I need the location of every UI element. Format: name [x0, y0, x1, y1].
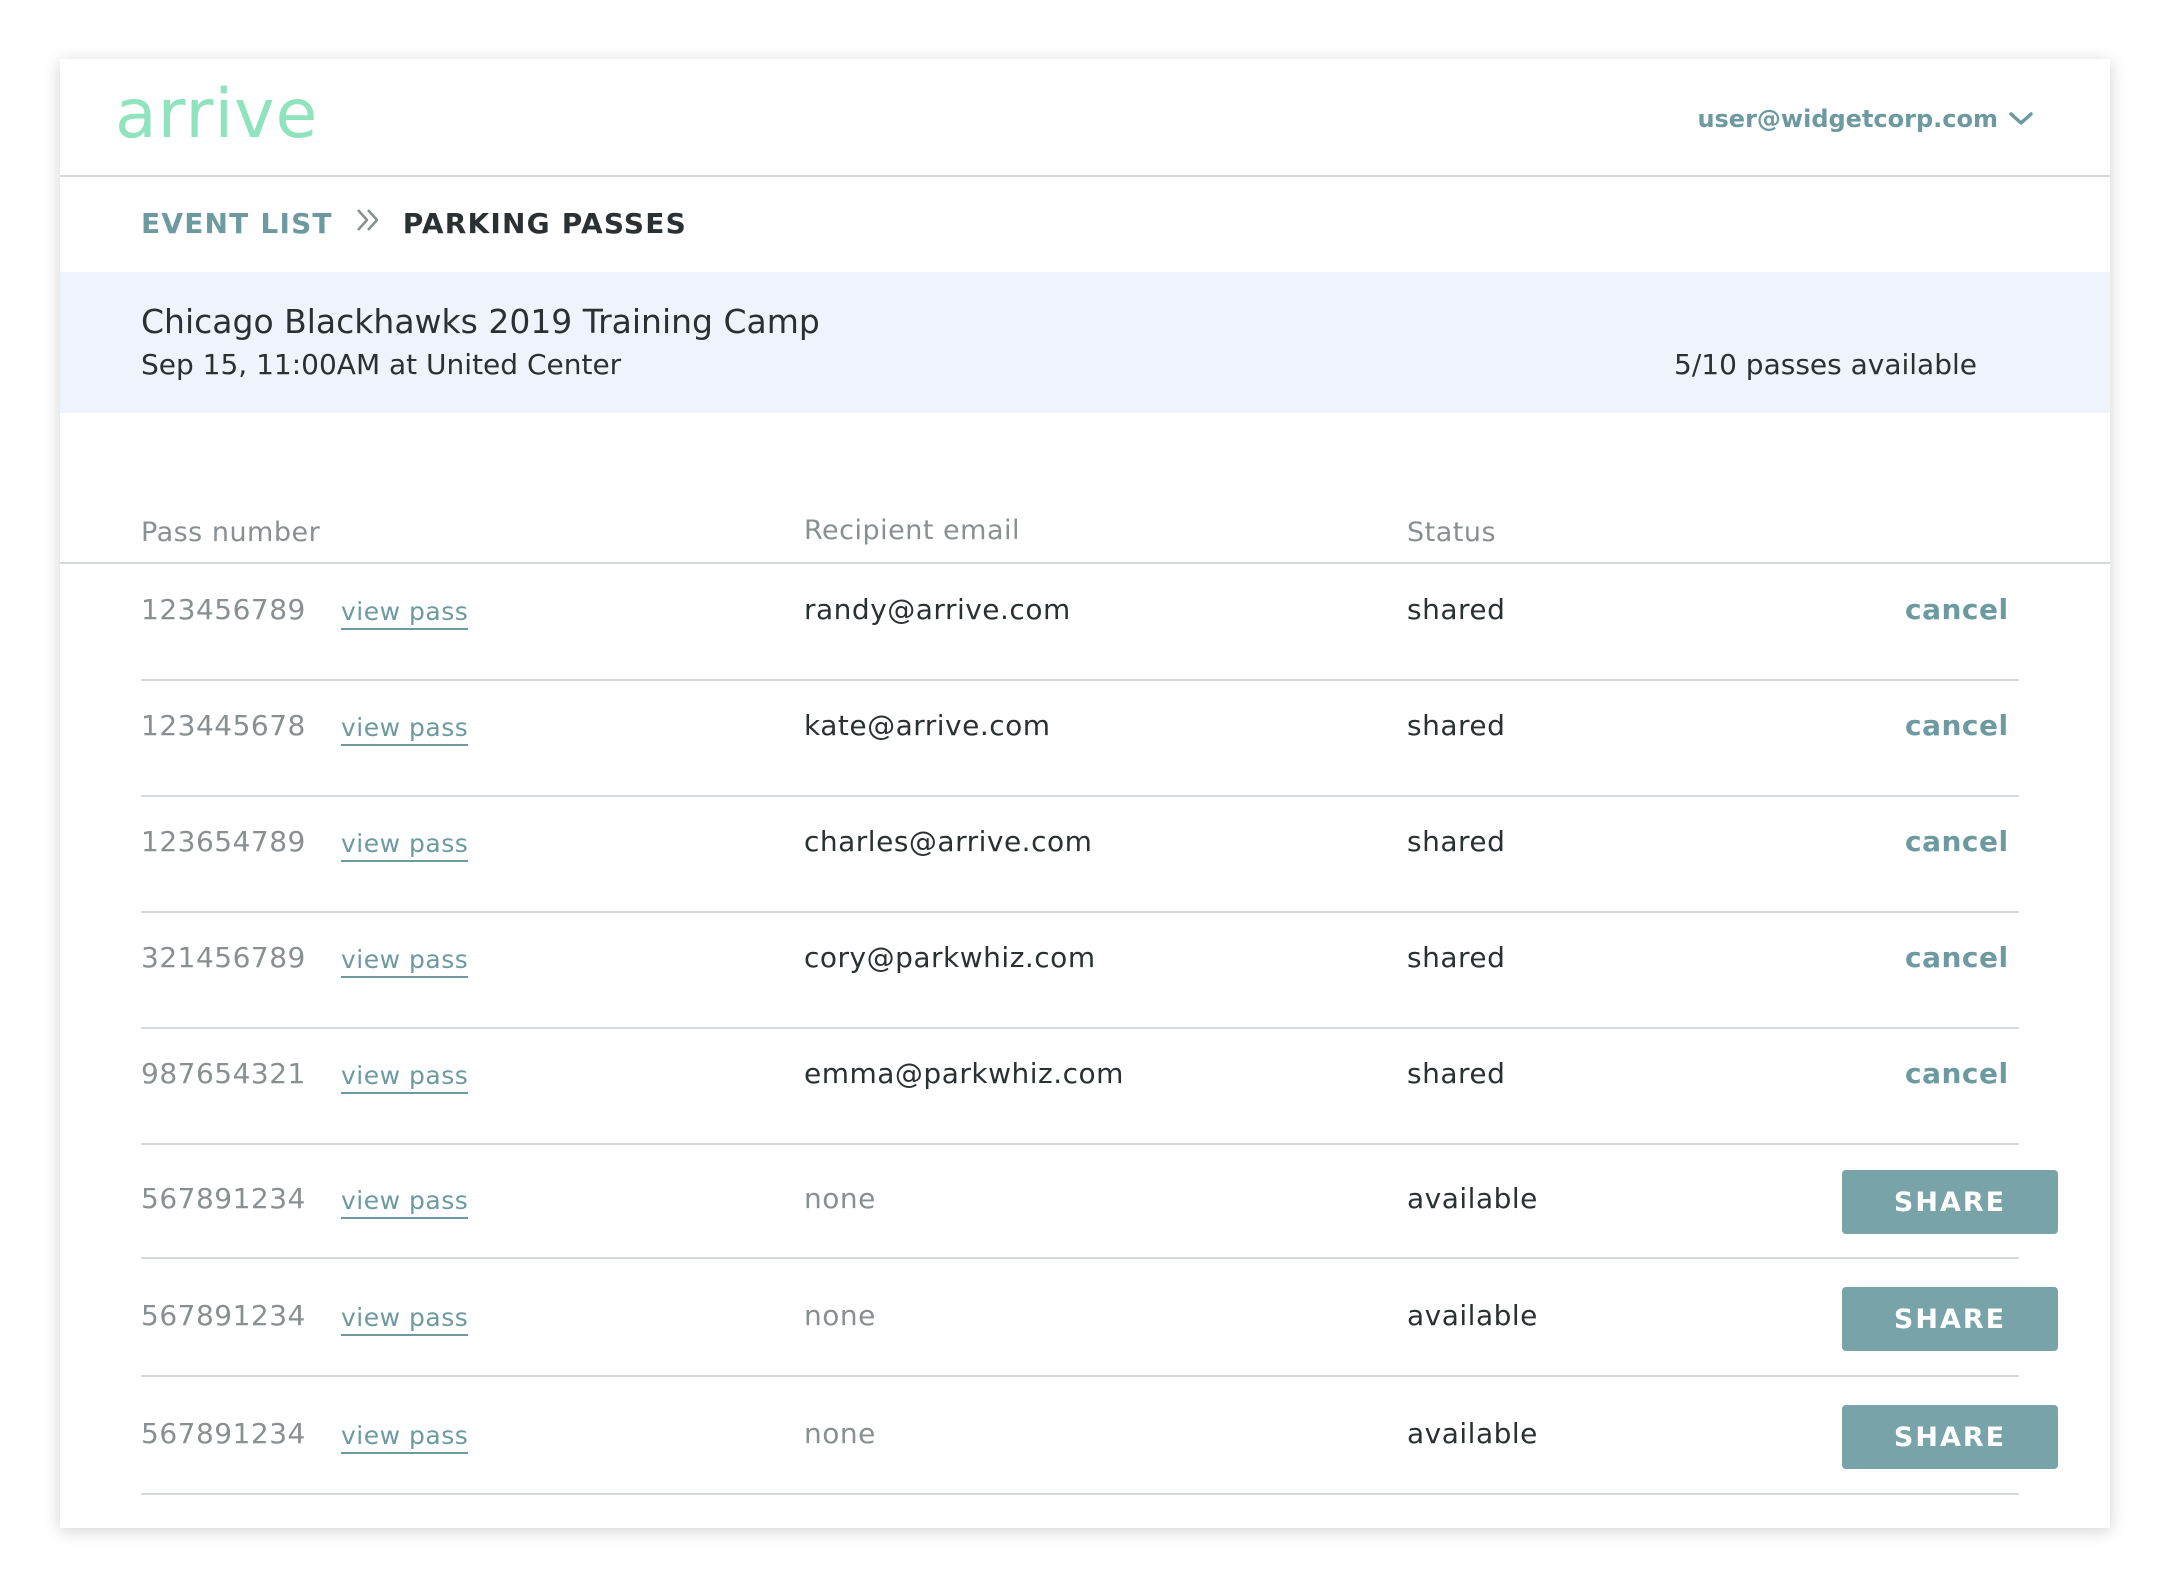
share-button[interactable]: SHARE	[1842, 1405, 2058, 1469]
pass-number: 123445678	[141, 709, 306, 742]
event-title: Chicago Blackhawks 2019 Training Camp	[141, 302, 820, 341]
view-pass-link[interactable]: view pass	[341, 829, 469, 862]
pass-number: 987654321	[141, 1057, 306, 1090]
recipient-email: none	[804, 1417, 876, 1450]
view-pass-link[interactable]: view pass	[341, 945, 469, 978]
view-pass-link[interactable]: view pass	[341, 1186, 469, 1219]
breadcrumb: EVENT LIST PARKING PASSES	[141, 207, 687, 240]
header-recipient-email: Recipient email	[804, 515, 1020, 546]
table-row: 321456789 view pass cory@parkwhiz.com sh…	[141, 913, 2019, 1029]
recipient-email: none	[804, 1299, 876, 1332]
pass-status: shared	[1407, 1057, 1506, 1090]
header-pass-number: Pass number	[141, 517, 321, 548]
recipient-email: cory@parkwhiz.com	[804, 941, 1096, 974]
user-email: user@widgetcorp.com	[1697, 105, 1998, 133]
pass-number: 321456789	[141, 941, 306, 974]
cancel-link[interactable]: cancel	[1905, 593, 2009, 626]
pass-status: shared	[1407, 709, 1506, 742]
cancel-link[interactable]: cancel	[1905, 825, 2009, 858]
table-row: 123456789 view pass randy@arrive.com sha…	[141, 565, 2019, 681]
view-pass-link[interactable]: view pass	[341, 1303, 469, 1336]
passes-available-count: 5/10 passes available	[1674, 348, 1977, 381]
breadcrumb-event-list[interactable]: EVENT LIST	[141, 207, 333, 240]
table-row: 567891234 view pass none available SHARE	[141, 1377, 2058, 1495]
header-status: Status	[1407, 517, 1497, 548]
cancel-link[interactable]: cancel	[1905, 1057, 2009, 1090]
table-row: 567891234 view pass none available SHARE	[141, 1145, 2058, 1259]
pass-status: available	[1407, 1182, 1538, 1215]
recipient-email: none	[804, 1182, 876, 1215]
app-window: arrive user@widgetcorp.com EVENT LIST PA…	[60, 59, 2110, 1528]
table-header: Pass number Recipient email Status	[60, 499, 2110, 564]
recipient-email: emma@parkwhiz.com	[804, 1057, 1124, 1090]
double-chevron-right-icon	[355, 207, 381, 240]
breadcrumb-current: PARKING PASSES	[402, 207, 687, 240]
view-pass-link[interactable]: view pass	[341, 597, 469, 630]
pass-status: shared	[1407, 825, 1506, 858]
arrive-logo[interactable]: arrive	[115, 81, 318, 149]
table-row: 123445678 view pass kate@arrive.com shar…	[141, 681, 2019, 797]
recipient-email: randy@arrive.com	[804, 593, 1071, 626]
event-banner: Chicago Blackhawks 2019 Training Camp Se…	[60, 272, 2110, 413]
pass-number: 567891234	[141, 1299, 306, 1332]
recipient-email: kate@arrive.com	[804, 709, 1051, 742]
share-button[interactable]: SHARE	[1842, 1170, 2058, 1234]
cancel-link[interactable]: cancel	[1905, 709, 2009, 742]
table-row: 987654321 view pass emma@parkwhiz.com sh…	[141, 1029, 2019, 1145]
pass-status: shared	[1407, 941, 1506, 974]
pass-number: 567891234	[141, 1182, 306, 1215]
user-menu[interactable]: user@widgetcorp.com	[1697, 105, 2034, 133]
table-row: 567891234 view pass none available SHARE	[141, 1259, 2058, 1377]
view-pass-link[interactable]: view pass	[341, 1061, 469, 1094]
pass-status: shared	[1407, 593, 1506, 626]
recipient-email: charles@arrive.com	[804, 825, 1093, 858]
view-pass-link[interactable]: view pass	[341, 713, 469, 746]
pass-number: 567891234	[141, 1417, 306, 1450]
view-pass-link[interactable]: view pass	[341, 1421, 469, 1454]
cancel-link[interactable]: cancel	[1905, 941, 2009, 974]
pass-number: 123654789	[141, 825, 306, 858]
pass-status: available	[1407, 1417, 1538, 1450]
pass-table-body: 123456789 view pass randy@arrive.com sha…	[141, 565, 2058, 1495]
table-row: 123654789 view pass charles@arrive.com s…	[141, 797, 2019, 913]
pass-number: 123456789	[141, 593, 306, 626]
top-bar: arrive user@widgetcorp.com	[60, 59, 2110, 177]
pass-status: available	[1407, 1299, 1538, 1332]
share-button[interactable]: SHARE	[1842, 1287, 2058, 1351]
chevron-down-icon	[2008, 111, 2034, 127]
event-datetime-venue: Sep 15, 11:00AM at United Center	[141, 348, 622, 381]
